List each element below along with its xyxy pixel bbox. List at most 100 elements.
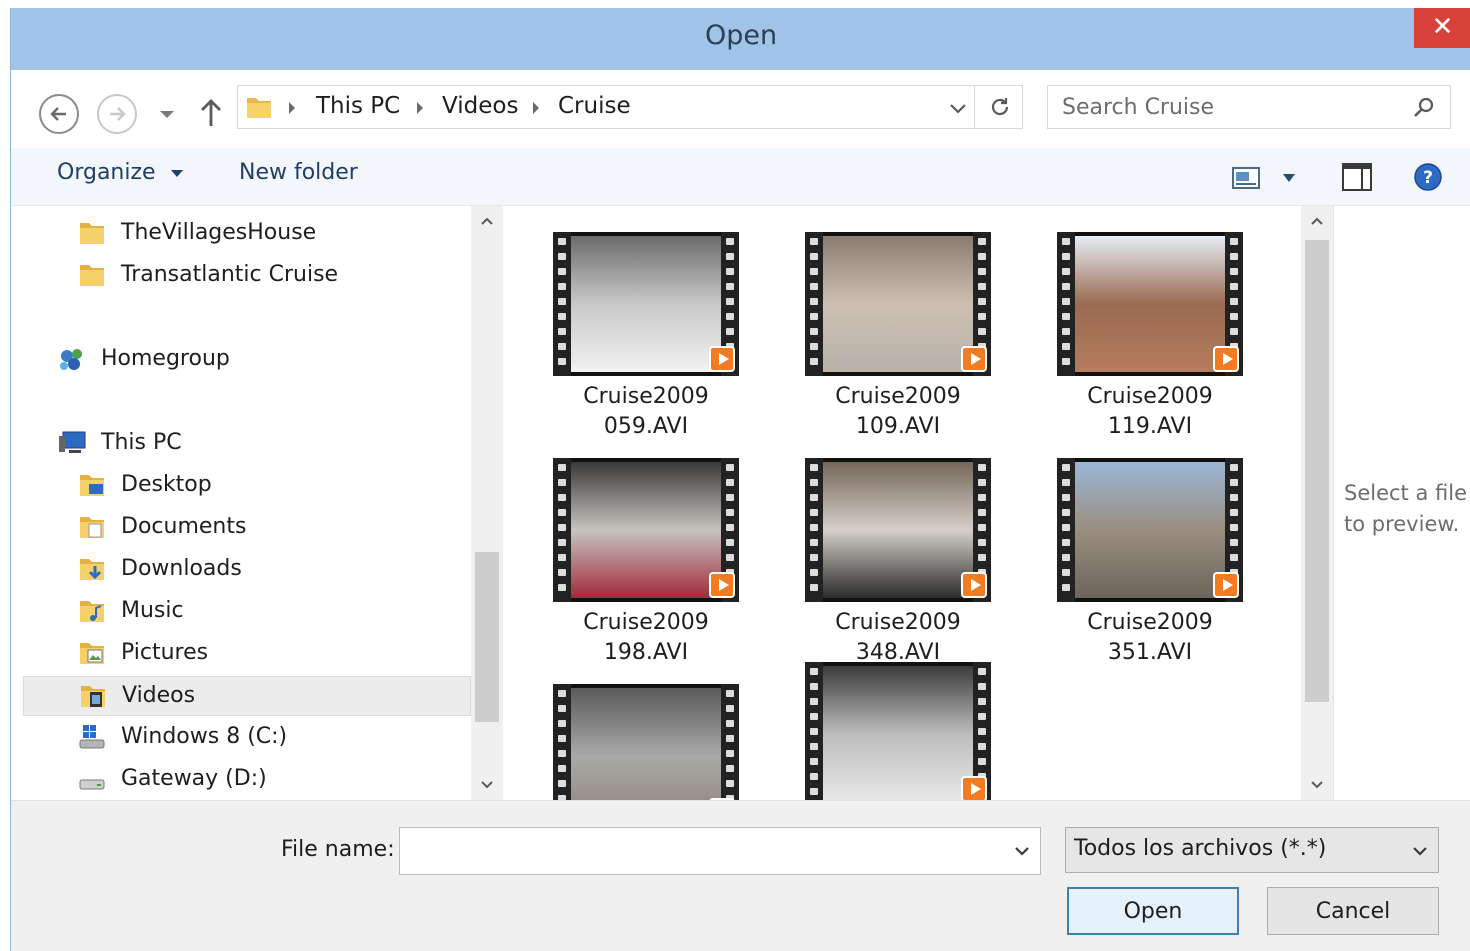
folder-icon: [80, 223, 104, 244]
computer-icon: [59, 431, 86, 453]
file-name-line: Cruise2009: [835, 384, 961, 409]
scroll-down-arrow[interactable]: [471, 770, 503, 800]
scroll-down-arrow[interactable]: [1301, 770, 1333, 800]
file-name: Cruise2009 348.AVI: [759, 608, 1037, 668]
nav-item-gateway-d[interactable]: Gateway (D:): [23, 760, 471, 800]
file-name-line: 351.AVI: [1107, 640, 1193, 665]
scroll-up-arrow[interactable]: [1301, 206, 1333, 236]
preview-pane-icon[interactable]: [1341, 162, 1373, 192]
address-row: This PC Videos Cruise: [11, 70, 1470, 148]
file-name-line: 198.AVI: [603, 640, 689, 665]
chevron-down-icon: [1311, 781, 1323, 789]
search-icon[interactable]: [1412, 96, 1436, 120]
file-name: Cruise2009 059.AVI: [507, 382, 785, 442]
address-bar[interactable]: This PC Videos Cruise: [237, 85, 1023, 129]
nav-item-label: Pictures: [121, 640, 209, 665]
forward-arrow-icon: [110, 107, 126, 121]
cancel-button[interactable]: Cancel: [1267, 887, 1439, 935]
chevron-down-icon: [1413, 847, 1427, 856]
breadcrumb-videos[interactable]: Videos: [442, 93, 518, 119]
video-play-badge-icon: [961, 776, 987, 800]
file-name: Cruise2009 351.AVI: [1011, 608, 1289, 668]
file-name-line: Cruise2009: [583, 610, 709, 635]
open-button[interactable]: Open: [1067, 887, 1239, 935]
nav-item-homegroup[interactable]: Homegroup: [23, 340, 471, 380]
file-list-scrollbar[interactable]: [1301, 206, 1333, 800]
dialog-footer: File name: Todos los archivos (*.*) Open…: [11, 800, 1470, 951]
video-thumbnail: [553, 458, 739, 602]
video-thumbnail: [805, 662, 991, 800]
new-folder-button[interactable]: New folder: [239, 160, 358, 185]
file-name-line: Cruise2009: [1087, 384, 1213, 409]
nav-item-windows-8-c[interactable]: Windows 8 (C:): [23, 718, 471, 758]
address-history-chevron-icon[interactable]: [942, 90, 974, 126]
file-name-label: File name:: [281, 837, 395, 862]
nav-item-pictures[interactable]: Pictures: [23, 634, 471, 674]
desktop-folder-icon: [80, 475, 104, 496]
navigation-pane: TheVillagesHouse Transatlantic Cruise Home…: [11, 206, 503, 800]
forward-button[interactable]: [97, 94, 137, 134]
nav-item-label: Windows 8 (C:): [121, 724, 288, 749]
file-name-line: Cruise2009: [835, 610, 961, 635]
view-options-chevron-icon[interactable]: [1281, 172, 1297, 184]
file-name-combobox[interactable]: [399, 827, 1041, 875]
search-input[interactable]: [1062, 92, 1402, 122]
file-name-input[interactable]: [408, 836, 998, 866]
preview-pane: Select a file to preview.: [1333, 206, 1470, 800]
breadcrumb-cruise[interactable]: Cruise: [558, 93, 631, 119]
change-view-icon[interactable]: [1231, 164, 1261, 192]
folder-icon: [80, 265, 104, 286]
refresh-button[interactable]: [974, 86, 1024, 128]
navigation-scrollbar[interactable]: [471, 206, 503, 800]
file-list: Cruise2009 059.AVI Cruise2009 109.AVI Cruise…: [503, 206, 1301, 800]
file-name: Cruise2009 198.AVI: [507, 608, 785, 668]
help-icon[interactable]: ?: [1413, 162, 1443, 192]
video-thumbnail: [553, 684, 739, 800]
chevron-down-icon: [481, 781, 493, 789]
nav-item-thevillageshouse[interactable]: TheVillagesHouse: [23, 214, 471, 254]
breadcrumb-this-pc[interactable]: This PC: [316, 93, 400, 119]
nav-item-label: Desktop: [121, 472, 212, 497]
file-name: Cruise2009 109.AVI: [759, 382, 1037, 442]
video-thumbnail: [805, 232, 991, 376]
scrollbar-thumb[interactable]: [1305, 240, 1329, 702]
refresh-icon: [991, 98, 1008, 116]
search-box[interactable]: [1047, 85, 1451, 129]
homegroup-icon: [60, 349, 82, 370]
folder-icon: [247, 98, 271, 118]
file-name-line: 109.AVI: [855, 414, 941, 439]
nav-item-videos[interactable]: Videos: [23, 676, 471, 716]
organize-label: Organize: [57, 160, 156, 185]
dialog-title: Open: [704, 20, 778, 51]
documents-folder-icon: [80, 517, 104, 538]
up-arrow-icon[interactable]: [197, 96, 225, 130]
nav-item-transatlantic-cruise[interactable]: Transatlantic Cruise: [23, 256, 471, 296]
scroll-up-arrow[interactable]: [471, 206, 503, 236]
file-name-line: 119.AVI: [1107, 414, 1193, 439]
breadcrumb-chevron-icon[interactable]: [530, 86, 542, 130]
nav-item-label: Transatlantic Cruise: [121, 262, 339, 287]
video-play-badge-icon: [961, 346, 987, 372]
breadcrumb-chevron-icon[interactable]: [414, 86, 426, 130]
nav-item-desktop[interactable]: Desktop: [23, 466, 471, 506]
close-button[interactable]: ✕: [1414, 8, 1470, 48]
chevron-up-icon: [481, 217, 493, 225]
chevron-down-icon[interactable]: [1012, 842, 1032, 860]
nav-item-music[interactable]: Music: [23, 592, 471, 632]
videos-folder-icon: [81, 686, 105, 707]
nav-item-label: TheVillagesHouse: [121, 220, 317, 245]
nav-item-documents[interactable]: Documents: [23, 508, 471, 548]
scrollbar-thumb[interactable]: [475, 552, 499, 722]
downloads-folder-icon: [80, 559, 104, 580]
recent-locations-chevron-icon[interactable]: [155, 100, 179, 128]
title-bar: Open ✕: [11, 8, 1470, 70]
music-folder-icon: [80, 601, 104, 622]
breadcrumb-chevron-icon[interactable]: [286, 86, 298, 130]
nav-item-label: This PC: [101, 430, 182, 455]
file-type-select[interactable]: Todos los archivos (*.*): [1065, 827, 1439, 873]
back-button[interactable]: [39, 94, 79, 134]
nav-item-this-pc[interactable]: This PC: [23, 424, 471, 464]
organize-menu-button[interactable]: Organize: [57, 160, 185, 185]
nav-item-downloads[interactable]: Downloads: [23, 550, 471, 590]
preview-message: Select a file to preview.: [1344, 481, 1467, 536]
